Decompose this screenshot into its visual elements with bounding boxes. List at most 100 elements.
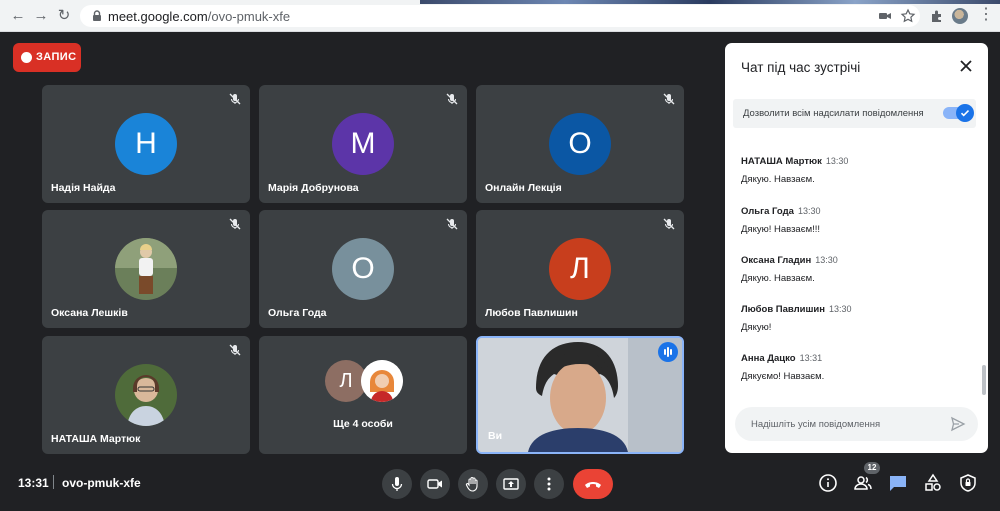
participant-tile[interactable]: Оксана Лешків — [42, 210, 250, 328]
mic-off-icon — [663, 218, 675, 230]
tab-strip — [420, 0, 1000, 4]
camera-button[interactable] — [420, 469, 450, 499]
participant-name: Любов Павлишин — [485, 307, 578, 319]
message-time: 13:30 — [797, 206, 821, 216]
participant-name: Марія Добрунова — [268, 182, 359, 194]
people-icon[interactable] — [853, 473, 873, 493]
chat-message: НАТАША Мартюк 13:30 Дякую. Навзаєм. — [741, 156, 961, 185]
close-icon[interactable] — [958, 58, 974, 74]
participant-avatar: Л — [549, 238, 611, 300]
participant-name: НАТАША Мартюк — [51, 433, 141, 445]
mic-off-icon — [446, 93, 458, 105]
camera-blocked-icon[interactable] — [877, 8, 893, 24]
reload-icon[interactable]: ↻ — [54, 6, 74, 26]
participant-tile[interactable]: Л Любов Павлишин — [476, 210, 684, 328]
record-dot-icon — [21, 52, 32, 63]
divider — [53, 475, 54, 489]
participant-photo — [115, 364, 177, 426]
mic-off-icon — [663, 93, 675, 105]
mic-off-icon — [229, 218, 241, 230]
chat-scrollbar[interactable] — [982, 365, 986, 395]
message-text: Дякую. Навзаєм. — [741, 174, 815, 185]
more-options-button[interactable] — [534, 469, 564, 499]
menu-dots-icon[interactable]: ⋮ — [978, 6, 994, 26]
meeting-time: 13:31 — [18, 476, 49, 490]
microphone-icon — [391, 477, 403, 491]
speaking-indicator-icon — [658, 342, 678, 362]
participant-tile[interactable]: НАТАША Мартюк — [42, 336, 250, 454]
forward-arrow-icon[interactable]: → — [31, 6, 51, 26]
participant-avatar: О — [549, 113, 611, 175]
people-count-badge: 12 — [864, 462, 880, 474]
more-vertical-icon — [547, 477, 551, 491]
more-participants-tile[interactable]: Л Ще 4 особи — [259, 336, 467, 454]
send-icon[interactable] — [950, 416, 966, 432]
participant-tile[interactable]: Н Надія Найда — [42, 85, 250, 203]
message-sender: Любов Павлишин — [741, 304, 826, 315]
self-video — [478, 338, 682, 452]
self-video-tile[interactable]: Ви — [476, 336, 684, 454]
toggle-knob — [956, 104, 974, 122]
message-time: 13:30 — [829, 304, 852, 314]
url-text: meet.google.com/ovo-pmuk-xfe — [108, 9, 291, 24]
self-name: Ви — [488, 430, 503, 442]
chat-message: Ольга Года 13:30 Дякую! Навзаєм!!! — [741, 206, 961, 235]
raise-hand-button[interactable] — [458, 469, 488, 499]
participant-tile[interactable]: М Марія Добрунова — [259, 85, 467, 203]
participant-name: Оксана Лешків — [51, 307, 128, 319]
chat-message: Любов Павлишин 13:30 Дякую! — [741, 304, 961, 333]
present-screen-icon — [503, 478, 519, 490]
mic-off-icon — [229, 344, 241, 356]
chat-panel: Чат під час зустрічі Дозволити всім надс… — [725, 43, 988, 453]
message-time: 13:31 — [799, 353, 823, 363]
star-icon[interactable] — [900, 8, 916, 24]
leave-call-button[interactable] — [573, 469, 613, 499]
browser-toolbar: ← → ↻ meet.google.com/ovo-pmuk-xfe ⋮ — [0, 0, 1000, 32]
lock-icon — [93, 10, 101, 21]
meeting-controls-bar: 13:31 ovo-pmuk-xfe 12 — [0, 456, 1000, 511]
chat-message: Оксана Гладин 13:30 Дякую. Навзаєм. — [741, 255, 961, 284]
message-text: Дякую! Навзаєм!!! — [741, 224, 821, 235]
allow-messages-toggle[interactable] — [943, 104, 974, 122]
address-bar[interactable]: meet.google.com/ovo-pmuk-xfe — [80, 5, 920, 27]
back-arrow-icon[interactable]: ← — [8, 6, 28, 26]
meeting-details-icon[interactable] — [818, 473, 838, 493]
chat-message-input[interactable] — [751, 416, 941, 432]
chat-icon[interactable] — [888, 473, 908, 493]
mic-off-icon — [446, 218, 458, 230]
profile-avatar[interactable] — [952, 8, 968, 24]
activities-icon[interactable] — [923, 473, 943, 493]
check-icon — [960, 110, 970, 117]
extensions-icon[interactable] — [929, 8, 945, 24]
hang-up-icon — [585, 482, 601, 488]
participant-tile[interactable]: О Онлайн Лекція — [476, 85, 684, 203]
chat-title: Чат під час зустрічі — [741, 60, 861, 75]
camera-icon — [427, 479, 442, 489]
mic-off-icon — [229, 93, 241, 105]
participant-name: Надія Найда — [51, 182, 116, 194]
message-time: 13:30 — [825, 156, 849, 166]
participant-photo — [115, 238, 177, 300]
participant-tile[interactable]: О Ольга Года — [259, 210, 467, 328]
message-time: 13:30 — [815, 255, 838, 265]
meeting-code: ovo-pmuk-xfe — [62, 476, 141, 490]
message-sender: НАТАША Мартюк — [741, 156, 822, 167]
participant-avatar: О — [332, 238, 394, 300]
message-sender: Анна Дацко — [741, 353, 796, 364]
message-text: Дякую! — [741, 322, 772, 333]
participant-name: Ольга Года — [268, 307, 327, 319]
present-screen-button[interactable] — [496, 469, 526, 499]
host-controls-icon[interactable] — [958, 473, 978, 493]
hand-icon — [465, 476, 478, 492]
message-sender: Оксана Гладин — [741, 255, 812, 266]
allow-messages-row: Дозволити всім надсилати повідомлення — [733, 99, 976, 128]
participant-avatar: М — [332, 113, 394, 175]
microphone-button[interactable] — [382, 469, 412, 499]
chat-compose — [735, 407, 978, 441]
message-text: Дякую. Навзаєм. — [741, 273, 815, 284]
participant-name: Онлайн Лекція — [485, 182, 562, 194]
record-button[interactable]: ЗАПИС — [13, 43, 81, 72]
participant-avatar: Н — [115, 113, 177, 175]
more-participants-label: Ще 4 особи — [333, 418, 393, 430]
participant-photo — [361, 360, 403, 402]
